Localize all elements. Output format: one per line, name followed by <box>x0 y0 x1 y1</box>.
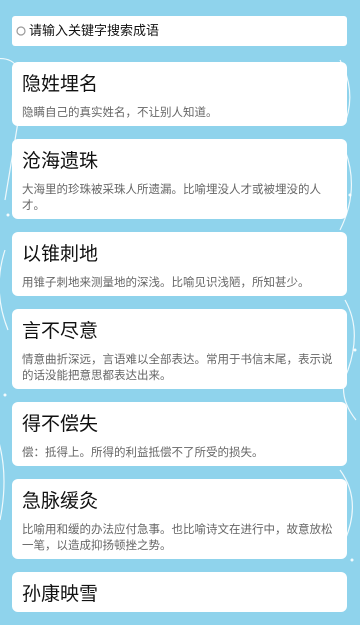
idiom-description: 大海里的珍珠被采珠人所遗漏。比喻埋没人才或被埋没的人才。 <box>22 182 321 212</box>
idiom-list: 隐姓埋名 隐瞒自己的真实姓名，不让别人知道。 沧海遗珠 大海里的珍珠被采珠人所遗… <box>12 62 347 625</box>
search-icon <box>16 25 26 36</box>
idiom-card[interactable]: 隐姓埋名 隐瞒自己的真实姓名，不让别人知道。 <box>12 62 347 126</box>
idiom-card[interactable]: 以锥刺地 用锥子刺地来测量地的深浅。比喻见识浅陋，所知甚少。 <box>12 232 347 296</box>
idiom-title: 沧海遗珠 <box>22 150 99 172</box>
search-bar[interactable] <box>12 16 347 46</box>
idiom-title: 得不偿失 <box>22 413 99 435</box>
idiom-title: 言不尽意 <box>22 320 99 342</box>
search-input[interactable] <box>29 17 329 45</box>
idiom-card[interactable]: 言不尽意 情意曲折深远，言语难以全部表达。常用于书信末尾，表示说的话没能把意思都… <box>12 309 347 389</box>
idiom-card[interactable]: 孙康映雪 <box>12 572 347 612</box>
idiom-description: 偿：抵得上。所得的利益抵偿不了所受的损失。 <box>22 445 264 459</box>
idiom-title: 急脉缓灸 <box>22 490 99 512</box>
idiom-title: 以锥刺地 <box>22 243 99 265</box>
idiom-card[interactable]: 急脉缓灸 比喻用和缓的办法应付急事。也比喻诗文在进行中，故意放松一笔，以造成抑扬… <box>12 479 347 559</box>
idiom-description: 情意曲折深远，言语难以全部表达。常用于书信末尾，表示说的话没能把意思都表达出来。 <box>22 352 333 382</box>
idiom-description: 比喻用和缓的办法应付急事。也比喻诗文在进行中，故意放松一笔，以造成抑扬顿挫之势。 <box>22 522 333 552</box>
idiom-card[interactable]: 得不偿失 偿：抵得上。所得的利益抵偿不了所受的损失。 <box>12 402 347 466</box>
idiom-description: 用锥子刺地来测量地的深浅。比喻见识浅陋，所知甚少。 <box>22 275 310 289</box>
idiom-card[interactable]: 沧海遗珠 大海里的珍珠被采珠人所遗漏。比喻埋没人才或被埋没的人才。 <box>12 139 347 219</box>
idiom-title: 孙康映雪 <box>22 583 99 605</box>
idiom-description: 隐瞒自己的真实姓名，不让别人知道。 <box>22 105 218 119</box>
idiom-title: 隐姓埋名 <box>22 73 99 95</box>
